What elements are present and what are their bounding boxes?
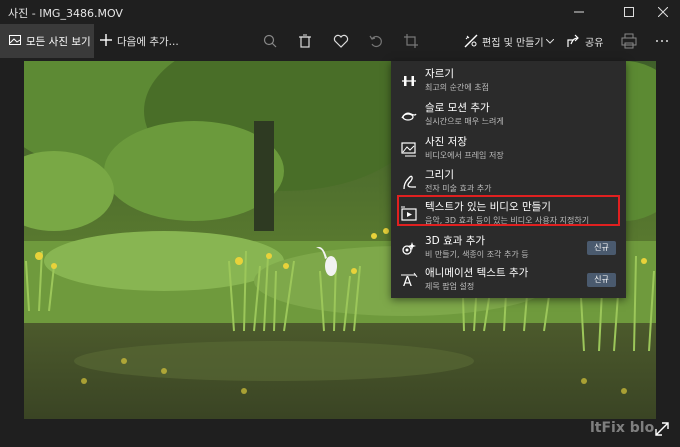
new-badge: 신규 — [587, 273, 616, 287]
menu-item-title: 사진 저장 — [425, 136, 467, 148]
menu-item-title: 3D 효과 추가 — [425, 235, 486, 247]
maximize-button[interactable] — [612, 0, 646, 24]
edit-create-button[interactable]: 편집 및 만들기 — [462, 24, 554, 58]
share-label: 공유 — [585, 38, 604, 49]
menu-item-title: 텍스트가 있는 비디오 만들기 — [425, 201, 551, 213]
animated-text-icon: A — [401, 272, 418, 289]
menu-item-title: 자르기 — [425, 68, 454, 80]
delete-icon[interactable] — [297, 33, 313, 49]
menu-item-draw[interactable]: 그리기 전자 미술 효과 추가 — [391, 165, 626, 198]
all-photos-label: 모든 사진 보기 — [26, 36, 91, 48]
minimize-button[interactable] — [562, 0, 596, 24]
minimize-icon — [574, 11, 584, 13]
favorite-icon[interactable] — [333, 33, 349, 49]
video-text-icon — [401, 206, 417, 221]
menu-item-3d-effects[interactable]: 3D 효과 추가 비 만들기, 색종이 조각 추가 등 신규 — [391, 231, 626, 264]
plus-icon — [100, 34, 112, 46]
menu-item-save-photo[interactable]: 사진 저장 비디오에서 프레임 저장 — [391, 132, 626, 165]
photos-icon — [9, 35, 21, 45]
svg-text:A: A — [403, 275, 412, 289]
add-to-label: 다음에 추가... — [117, 36, 179, 48]
rotate-icon[interactable] — [368, 33, 384, 49]
menu-item-title: 슬로 모션 추가 — [425, 102, 490, 114]
add-to-button[interactable]: 다음에 추가... — [100, 24, 179, 58]
watermark: ltFix blo — [590, 420, 655, 436]
menu-item-desc: 제목 팝업 설정 — [425, 282, 475, 291]
save-photo-icon — [401, 142, 416, 157]
menu-item-video-with-text[interactable]: 텍스트가 있는 비디오 만들기 음악, 3D 효과 등이 있는 비디오 사용자 … — [391, 197, 626, 230]
maximize-icon — [624, 7, 634, 17]
more-icon[interactable] — [654, 33, 670, 49]
print-icon[interactable] — [621, 33, 637, 49]
edit-create-menu: 자르기 최고의 순간에 초점 슬로 모션 추가 실시간으로 매우 느려게 사진 … — [391, 61, 626, 298]
crop-icon[interactable] — [403, 33, 419, 49]
all-photos-button[interactable]: 모든 사진 보기 — [0, 24, 94, 58]
slow-motion-icon — [401, 112, 417, 121]
menu-item-animated-text[interactable]: A 애니메이션 텍스트 추가 제목 팝업 설정 신규 — [391, 263, 626, 296]
edit-create-icon — [464, 34, 478, 48]
edit-create-label: 편집 및 만들기 — [482, 38, 544, 49]
menu-item-title: 그리기 — [425, 169, 454, 181]
menu-item-trim[interactable]: 자르기 최고의 순간에 초점 — [391, 64, 626, 97]
title-bar: 사진 - IMG_3486.MOV — [0, 0, 680, 24]
menu-item-desc: 전자 미술 효과 추가 — [425, 184, 492, 193]
new-badge: 신규 — [587, 241, 616, 255]
expand-icon[interactable] — [654, 421, 670, 437]
draw-icon — [403, 175, 416, 190]
menu-item-title: 애니메이션 텍스트 추가 — [425, 267, 529, 279]
close-button[interactable] — [646, 0, 680, 24]
close-icon — [658, 7, 668, 17]
menu-item-desc: 실시간으로 매우 느려게 — [425, 117, 504, 126]
3d-effects-icon — [402, 242, 416, 255]
toolbar: 모든 사진 보기 다음에 추가... 편집 및 만들기 공유 — [0, 24, 680, 58]
chevron-down-icon — [546, 39, 554, 44]
zoom-icon[interactable] — [262, 33, 278, 49]
share-button[interactable]: 공유 — [566, 24, 606, 58]
trim-icon — [402, 76, 416, 86]
menu-item-desc: 음악, 3D 효과 등이 있는 비디오 사용자 지정하기 — [425, 216, 590, 225]
share-icon — [567, 34, 579, 47]
window-title: 사진 - IMG_3486.MOV — [8, 7, 123, 20]
menu-item-slow-motion[interactable]: 슬로 모션 추가 실시간으로 매우 느려게 — [391, 98, 626, 131]
menu-item-desc: 비디오에서 프레임 저장 — [425, 151, 504, 160]
menu-item-desc: 최고의 순간에 초점 — [425, 83, 489, 92]
menu-item-desc: 비 만들기, 색종이 조각 추가 등 — [425, 250, 529, 259]
